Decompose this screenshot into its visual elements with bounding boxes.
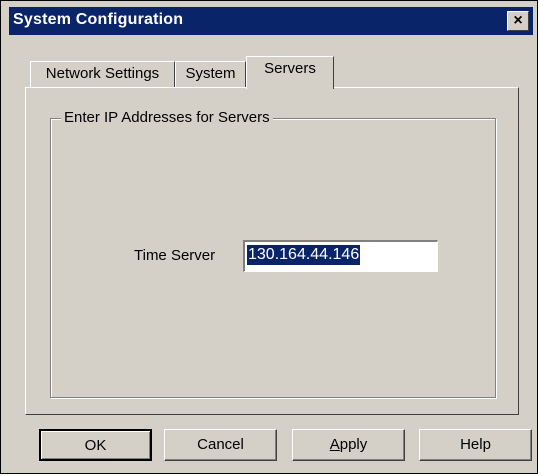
- group-label: Enter IP Addresses for Servers: [61, 108, 273, 128]
- ok-button[interactable]: OK: [39, 429, 152, 461]
- close-icon: ×: [513, 12, 523, 29]
- apply-button-label: pply: [339, 436, 368, 453]
- system-configuration-dialog: System Configuration × Network Settings …: [0, 0, 538, 474]
- server-addresses-group: Enter IP Addresses for Servers Time Serv…: [50, 108, 496, 398]
- help-button-label: Help: [460, 436, 491, 453]
- ok-button-label: OK: [84, 437, 107, 454]
- cancel-button[interactable]: Cancel: [164, 429, 277, 461]
- apply-button[interactable]: Apply: [292, 429, 405, 461]
- tab-system[interactable]: System: [175, 61, 246, 87]
- apply-mnemonic: A: [329, 436, 340, 453]
- tab-system-label: System: [185, 65, 236, 82]
- title-bar[interactable]: System Configuration ×: [9, 7, 533, 35]
- time-server-label: Time Server: [134, 247, 216, 264]
- cancel-button-label: Cancel: [197, 436, 244, 453]
- close-button[interactable]: ×: [507, 11, 529, 31]
- tab-servers-label: Servers: [264, 60, 316, 77]
- tab-network-settings[interactable]: Network Settings: [30, 61, 175, 87]
- tab-servers[interactable]: Servers: [246, 56, 334, 89]
- title-rest: Configuration: [71, 11, 184, 28]
- help-button[interactable]: Help: [419, 429, 532, 461]
- servers-tab-panel: Enter IP Addresses for Servers Time Serv…: [25, 87, 519, 415]
- window-title: System Configuration: [13, 11, 183, 29]
- time-server-value: 130.164.44.146: [247, 245, 361, 265]
- title-prefix: System: [13, 11, 72, 28]
- tab-network-settings-label: Network Settings: [45, 65, 160, 82]
- time-server-input[interactable]: 130.164.44.146: [243, 240, 438, 272]
